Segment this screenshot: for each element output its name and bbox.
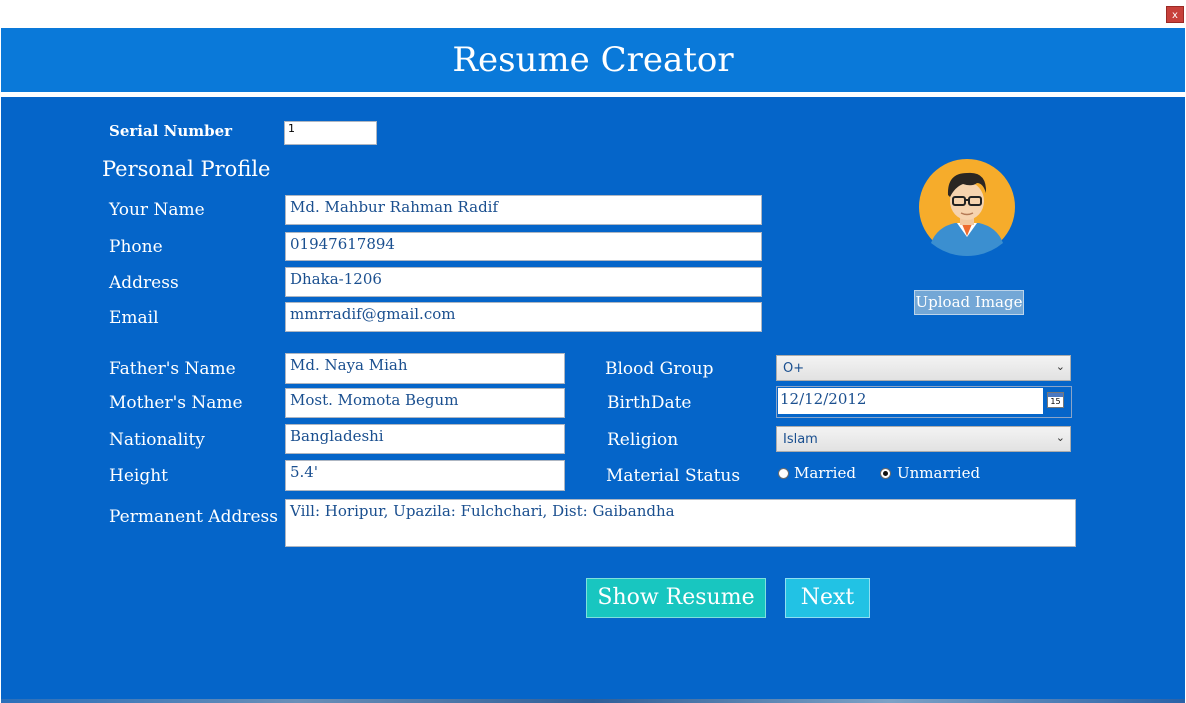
email-label: Email (109, 308, 159, 328)
unmarried-radio-label[interactable]: Unmarried (897, 464, 980, 482)
blood-group-select[interactable]: O+ ⌄ (776, 355, 1071, 381)
email-input[interactable]: mmrradif@gmail.com (285, 302, 762, 332)
app-title: Resume Creator (452, 40, 734, 80)
nationality-input[interactable]: Bangladeshi (285, 424, 565, 454)
father-name-label: Father's Name (109, 359, 236, 379)
calendar-icon[interactable]: 15 (1047, 392, 1064, 408)
nationality-label: Nationality (109, 430, 205, 450)
window-bottom-edge (1, 699, 1185, 703)
serial-number-input[interactable]: 1 (284, 121, 377, 145)
phone-label: Phone (109, 237, 163, 257)
personal-profile-heading: Personal Profile (102, 157, 271, 181)
address-input[interactable]: Dhaka-1206 (285, 267, 762, 297)
mother-name-input[interactable]: Most. Momota Begum (285, 388, 565, 418)
mother-name-label: Mother's Name (109, 393, 243, 413)
height-label: Height (109, 466, 168, 486)
religion-label: Religion (607, 430, 679, 450)
religion-select[interactable]: Islam ⌄ (776, 426, 1071, 452)
religion-value: Islam (783, 432, 818, 447)
birthdate-label: BirthDate (607, 393, 692, 413)
height-input[interactable]: 5.4' (285, 460, 565, 491)
serial-number-label: Serial Number (109, 122, 233, 140)
resume-form-window: Resume Creator Serial Number 1 Personal … (1, 28, 1185, 703)
blood-group-label: Blood Group (605, 359, 714, 379)
chevron-down-icon: ⌄ (1055, 360, 1065, 373)
name-input[interactable]: Md. Mahbur Rahman Radif (285, 195, 762, 225)
upload-image-button[interactable]: Upload Image (914, 290, 1024, 315)
married-radio-label[interactable]: Married (794, 464, 856, 482)
birthdate-picker[interactable]: 12/12/2012 15 (776, 386, 1072, 418)
permanent-address-textarea[interactable]: Vill: Horipur, Upazila: Fulchchari, Dist… (285, 499, 1076, 547)
phone-input[interactable]: 01947617894 (285, 232, 762, 261)
name-label: Your Name (109, 200, 205, 220)
window-titlebar: x (0, 0, 1186, 28)
app-header: Resume Creator (1, 28, 1185, 92)
birthdate-input[interactable]: 12/12/2012 (778, 388, 1043, 414)
header-divider (1, 92, 1185, 97)
chevron-down-icon: ⌄ (1055, 431, 1065, 444)
permanent-address-label: Permanent Address (109, 507, 278, 527)
show-resume-button[interactable]: Show Resume (586, 578, 766, 618)
close-window-button[interactable]: x (1166, 6, 1184, 23)
blood-group-value: O+ (783, 361, 805, 376)
father-name-input[interactable]: Md. Naya Miah (285, 353, 565, 384)
user-avatar-icon (919, 159, 1015, 256)
married-radio[interactable] (778, 468, 789, 479)
next-button[interactable]: Next (785, 578, 870, 618)
unmarried-radio[interactable] (880, 468, 891, 479)
address-label: Address (109, 273, 179, 293)
marital-status-label: Material Status (606, 466, 741, 486)
